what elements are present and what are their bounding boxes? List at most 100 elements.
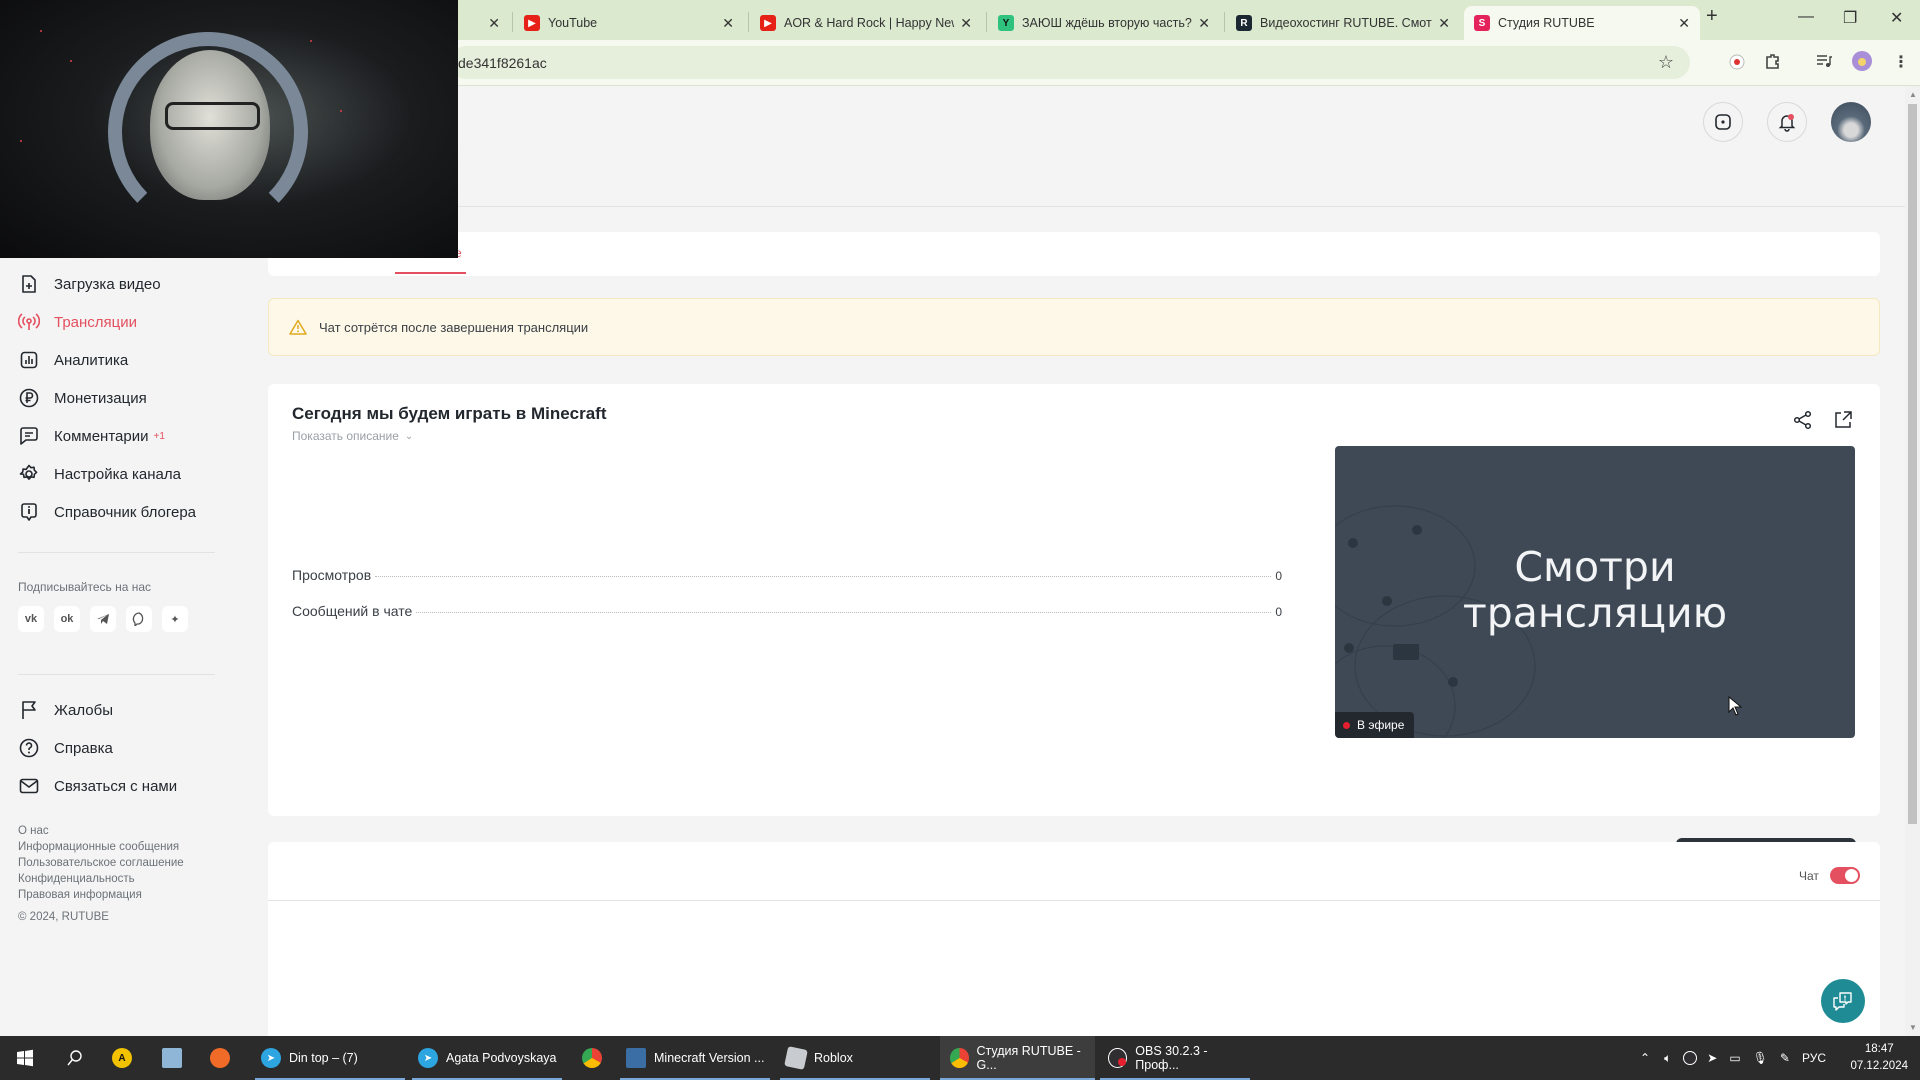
telegram-tray-icon[interactable]: ➤ [1707, 1051, 1717, 1065]
analytics-icon [18, 349, 40, 371]
viber-social-button[interactable] [126, 606, 152, 632]
pen-icon[interactable]: ✎ [1780, 1051, 1790, 1065]
browser-menu-icon[interactable]: ⋮ [1893, 52, 1909, 72]
youtube-icon: ▶ [760, 15, 776, 31]
sidebar-item-blogger-guide[interactable]: Справочник блогера [18, 500, 196, 524]
sidebar-item-comments[interactable]: Комментарии +1 [18, 424, 165, 448]
scroll-down-icon[interactable]: ▼ [1909, 1023, 1917, 1032]
stream-preview[interactable]: Смотри трансляцию В эфире [1335, 446, 1855, 738]
new-tab-button[interactable]: + [1706, 5, 1718, 28]
roblox-icon [784, 1046, 808, 1070]
telegram-icon: ➤ [261, 1048, 281, 1068]
bookmark-star-icon[interactable]: ☆ [1658, 52, 1674, 73]
tab-close-icon[interactable]: ✕ [488, 15, 500, 32]
ok-social-button[interactable]: ok [54, 606, 80, 632]
address-bar[interactable]: de341f8261ac ☆ [450, 46, 1690, 79]
browser-tab-rutube-studio[interactable]: S Студия RUTUBE ✕ [1464, 6, 1700, 40]
footer-link-privacy[interactable]: Конфиденциальность [18, 871, 184, 887]
sidebar-item-help[interactable]: Справка [18, 736, 113, 760]
tray-expand-icon[interactable]: ⌃ [1640, 1051, 1650, 1065]
create-button[interactable] [1703, 102, 1743, 142]
open-external-icon[interactable] [1833, 410, 1853, 435]
sidebar-item-contact-us[interactable]: Связаться с нами [18, 774, 177, 798]
stat-views: Просмотров 0 [292, 567, 1282, 583]
scroll-up-icon[interactable]: ▲ [1909, 90, 1917, 99]
system-clock[interactable]: 18:47 07.12.2024 [1850, 1041, 1908, 1075]
pinned-app-a[interactable]: A [110, 1036, 134, 1080]
browser-tab-aor[interactable]: ▶ AOR & Hard Rock | Happy New ✕ [750, 6, 982, 40]
taskbar-item-obs[interactable]: OBS 30.2.3 - Проф... [1100, 1036, 1250, 1080]
sidebar-item-monetization[interactable]: Монетизация [18, 386, 147, 410]
comments-count-badge: +1 [153, 430, 165, 442]
sidebar-divider [18, 674, 215, 675]
taskbar-item-roblox[interactable]: Roblox [780, 1036, 930, 1080]
start-button[interactable] [10, 1036, 40, 1080]
extensions-icon[interactable] [1764, 52, 1782, 75]
footer-link-legal[interactable]: Правовая информация [18, 887, 184, 903]
sidebar-item-channel-settings[interactable]: Настройка канала [18, 462, 181, 486]
window-close-button[interactable]: ✕ [1890, 8, 1903, 28]
telegram-social-button[interactable] [90, 606, 116, 632]
chrome-icon [582, 1048, 602, 1068]
rutube-studio-icon: S [1474, 15, 1490, 31]
dzen-social-button[interactable]: ✦ [162, 606, 188, 632]
search-button[interactable] [60, 1036, 90, 1080]
windows-icon [17, 1049, 33, 1067]
tab-close-icon[interactable]: ✕ [1198, 15, 1210, 32]
language-indicator[interactable]: РУС [1802, 1051, 1826, 1065]
obs-tray-icon[interactable] [1683, 1051, 1698, 1065]
taskbar-item-chrome-rutube[interactable]: Студия RUTUBE - G... [940, 1036, 1095, 1080]
chat-warning-banner: Чат сотрётся после завершения трансляции [268, 298, 1880, 356]
microphone-icon[interactable]: 🎙︎ [1753, 1051, 1768, 1065]
header-divider [220, 206, 1905, 207]
network-icon[interactable]: ▭ [1729, 1051, 1740, 1065]
media-control-icon[interactable] [1815, 52, 1833, 75]
footer-link-info-messages[interactable]: Информационные сообщения [18, 839, 184, 855]
maximize-button[interactable]: ❐ [1843, 8, 1857, 28]
sidebar-item-upload-video[interactable]: Загрузка видео [18, 272, 161, 296]
volume-icon[interactable]: 🔈︎ [1664, 1051, 1671, 1066]
show-description-toggle[interactable]: Показать описание ⌄ [292, 429, 413, 443]
taskbar-item-telegram-agata[interactable]: ➤ Agata Podvoyskaya [412, 1036, 562, 1080]
browser-tab-youtube[interactable]: ▶ YouTube ✕ [514, 6, 744, 40]
chat-toggle-label: Чат [1799, 869, 1819, 883]
tab-close-icon[interactable]: ✕ [1678, 15, 1690, 32]
pinned-notepad[interactable] [160, 1036, 184, 1080]
pinned-chrome[interactable] [580, 1036, 604, 1080]
browser-tab-yappy[interactable]: Y ЗАЮШ ждёшь вторую часть? ✕ [988, 6, 1220, 40]
chat-toggle[interactable] [1830, 867, 1860, 884]
add-content-icon [1715, 114, 1731, 130]
share-icon[interactable] [1793, 410, 1813, 435]
sidebar-item-analytics[interactable]: Аналитика [18, 348, 128, 372]
scrollbar-thumb[interactable] [1908, 104, 1917, 824]
sidebar-item-complaints[interactable]: Жалобы [18, 698, 113, 722]
minimize-button[interactable]: — [1798, 8, 1814, 26]
page-scrollbar[interactable]: ▲ ▼ [1905, 86, 1920, 1036]
tab-close-icon[interactable]: ✕ [960, 15, 972, 32]
notifications-button[interactable] [1767, 102, 1807, 142]
youtube-icon: ▶ [524, 15, 540, 31]
profile-avatar-icon[interactable] [1852, 51, 1872, 76]
pinned-app-orange[interactable] [208, 1036, 232, 1080]
share-app-icon [210, 1048, 230, 1068]
user-avatar[interactable] [1831, 102, 1871, 142]
system-tray: ⌃ 🔈︎ ➤ ▭ 🎙︎ ✎ РУС [1640, 1036, 1826, 1080]
search-icon [67, 1050, 82, 1066]
vk-social-button[interactable]: vk [18, 606, 44, 632]
footer-link-user-agreement[interactable]: Пользовательское соглашение [18, 855, 184, 871]
footer-link-about[interactable]: О нас [18, 823, 184, 839]
sidebar-item-broadcasts[interactable]: Трансляции [18, 310, 137, 334]
comments-icon [18, 425, 40, 447]
tab-close-icon[interactable]: ✕ [722, 15, 734, 32]
browser-tab-rutube[interactable]: R Видеохостинг RUTUBE. Смотр ✕ [1226, 6, 1460, 40]
support-chat-button[interactable] [1821, 979, 1865, 1023]
taskbar-item-minecraft[interactable]: Minecraft Version ... [620, 1036, 770, 1080]
tab-close-icon[interactable]: ✕ [1438, 15, 1450, 32]
broadcast-icon [18, 311, 40, 333]
record-extension-icon[interactable] [1728, 53, 1746, 76]
url-text[interactable]: de341f8261ac [458, 55, 547, 71]
viber-icon [132, 612, 144, 626]
gear-icon [18, 463, 40, 485]
bell-icon [1778, 114, 1796, 132]
taskbar-item-telegram-din[interactable]: ➤ Din top – (7) [255, 1036, 405, 1080]
